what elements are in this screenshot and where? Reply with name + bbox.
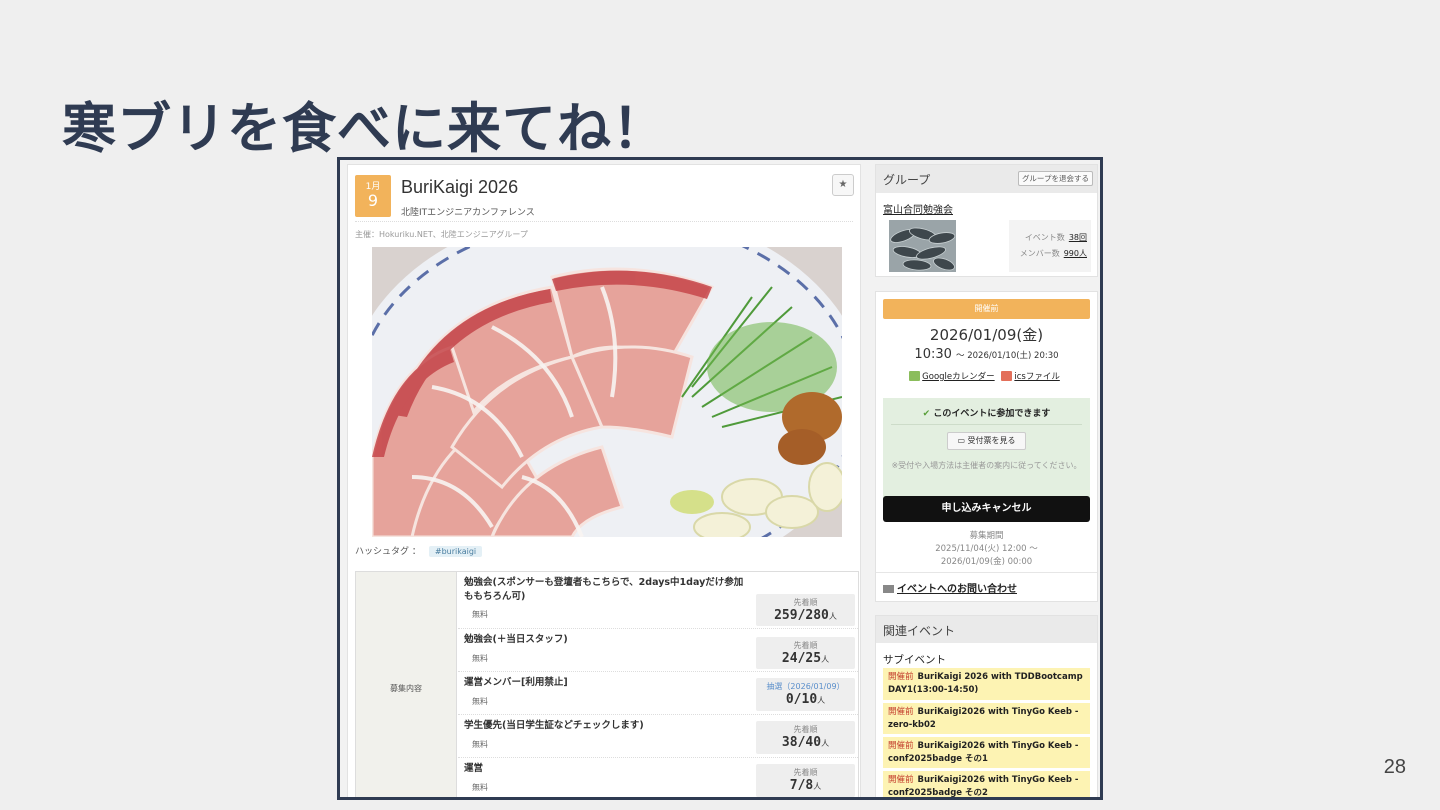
ticket-name: 学生優先(当日学生証などチェックします): [464, 720, 644, 731]
event-title: BuriKaigi 2026: [401, 177, 519, 197]
ticket-count: 24/25人: [781, 651, 830, 666]
ticket-name: 運営メンバー[利用禁止]: [464, 677, 568, 688]
ticket-count: 259/280人: [774, 608, 837, 623]
group-header-title: グループ: [883, 173, 931, 187]
leave-group-button[interactable]: グループを退会する: [1017, 171, 1093, 186]
ics-file-link[interactable]: icsファイル: [1014, 372, 1059, 382]
ticket-table: 募集内容 勉強会(スポンサーも登壇者もこちらで、2days中1dayだけ参加もも…: [355, 571, 859, 797]
ics-file-icon: [1001, 371, 1013, 381]
ticket-capacity: 抽選（2026/01/09） 0/10人: [756, 678, 855, 711]
ticket-row: 学生優先(当日学生証などチェックします) 無料 先着順 38/40人: [458, 715, 858, 758]
ticket-kind: 先着順: [793, 768, 818, 777]
cancel-registration-button[interactable]: 申し込みキャンセル: [883, 496, 1090, 522]
hashtag-row: ハッシュタグ ： #burikaigi: [355, 544, 483, 557]
events-count-label: イベント数: [1024, 233, 1065, 242]
hashtag-link[interactable]: #burikaigi: [428, 546, 483, 557]
ticket-name: 勉強会(スポンサーも登壇者もこちらで、2days中1dayだけ参加ももちろん可): [464, 577, 744, 602]
event-time: 10:30 ～ 2026/01/10(土) 20:30: [914, 347, 1059, 362]
application-period: 募集期間 2025/11/04(火) 12:00 ～ 2026/01/09(金)…: [935, 531, 1038, 567]
contact-link[interactable]: イベントへのお問い合わせ: [883, 580, 1017, 595]
ticket-name: 運営: [464, 763, 484, 774]
ticket-kind: 先着順: [793, 641, 818, 650]
event-page-screenshot: 1月 9 BuriKaigi 2026 北陸ITエンジニアカンファレンス ★ 主…: [337, 157, 1103, 800]
members-count-link[interactable]: 990人: [1064, 249, 1087, 258]
group-thumbnail[interactable]: [889, 220, 956, 272]
ticket-capacity: 先着順 24/25人: [756, 637, 855, 669]
related-event-item[interactable]: 開催前 BuriKaigi2026 with TinyGo Keeb - conf…: [883, 737, 1090, 768]
can-participate-message: ✔ このイベントに参加できます: [922, 409, 1051, 419]
ticket-price: 無料: [472, 654, 488, 663]
google-calendar-link[interactable]: Googleカレンダー: [922, 372, 994, 382]
check-icon: ✔: [922, 409, 931, 419]
ticket-capacity: 先着順 7/8人: [756, 764, 855, 797]
event-status-badge: 開催前: [883, 299, 1090, 319]
calendar-icon: [909, 371, 921, 381]
ticket-price: 無料: [472, 610, 488, 619]
divider: [355, 221, 853, 222]
related-event-item[interactable]: 開催前 BuriKaigi2026 with TinyGo Keeb - zero…: [883, 703, 1090, 734]
event-day: 9: [367, 191, 379, 210]
star-icon: ★: [838, 179, 848, 190]
ticket-capacity: 先着順 259/280人: [756, 594, 855, 626]
ticket-price: 無料: [472, 697, 488, 706]
members-count-label: メンバー数: [1019, 249, 1060, 258]
event-organizer: 主催：Hokuriku.NET、北陸エンジニアグループ: [355, 230, 528, 239]
related-events-header: 関連イベント: [876, 616, 1097, 643]
ticket-row: 運営 無料 先着順 7/8人: [458, 758, 858, 797]
view-ticket-button[interactable]: ▭ 受付票を見る: [947, 432, 1026, 450]
group-card: グループ グループを退会する 富山合同勉強会 イベント数 38回 メンバー数 9…: [875, 164, 1098, 277]
ticket-count: 38/40人: [781, 735, 830, 750]
group-card-header: グループ グループを退会する: [876, 165, 1097, 193]
ticket-price: 無料: [472, 740, 488, 749]
ticket-icon: ▭: [957, 436, 965, 445]
ticket-kind: 先着順: [793, 598, 818, 607]
slide-title: 寒ブリを食べに来てね！: [62, 97, 667, 160]
ticket-count: 7/8人: [789, 778, 822, 793]
sub-events-heading: サブイベント: [883, 654, 946, 666]
ticket-count: 0/10人: [785, 692, 826, 707]
event-photo-buri-shabu: [372, 247, 842, 537]
ticket-row: 勉強会(スポンサーも登壇者もこちらで、2days中1dayだけ参加ももちろん可)…: [458, 572, 858, 629]
ticket-capacity: 先着順 38/40人: [756, 721, 855, 754]
event-subtitle: 北陸ITエンジニアカンファレンス: [401, 208, 535, 218]
hashtag-label: ハッシュタグ ：: [355, 547, 421, 557]
ticket-section-label: 募集内容: [356, 572, 457, 797]
page-number: 28: [1383, 756, 1406, 778]
schedule-card: 開催前 2026/01/09(金) 10:30 ～ 2026/01/10(土) …: [875, 291, 1098, 602]
ticket-kind-lottery: 抽選（2026/01/09）: [766, 682, 845, 691]
related-event-item[interactable]: 開催前 BuriKaigi2026 with TinyGo Keeb - conf…: [883, 771, 1090, 797]
event-main-panel: 1月 9 BuriKaigi 2026 北陸ITエンジニアカンファレンス ★ 主…: [347, 164, 861, 797]
ticket-price: 無料: [472, 783, 488, 792]
divider: [891, 424, 1082, 425]
entry-note: ※受付や入場方法は主催者の案内に従ってください。: [891, 461, 1082, 470]
events-count-link[interactable]: 38回: [1069, 233, 1087, 242]
event-date: 2026/01/09(金): [929, 326, 1044, 344]
divider: [876, 572, 1097, 573]
ticket-kind: 先着順: [793, 725, 818, 734]
calendar-links: Googleカレンダー icsファイル: [876, 370, 1097, 382]
related-events-card: 関連イベント サブイベント 開催前 BuriKaigi 2026 with TDD…: [875, 615, 1098, 797]
related-event-item[interactable]: 開催前 BuriKaigi 2026 with TDDBootcamp DAY1(…: [883, 668, 1090, 700]
ticket-row: 勉強会(＋当日スタッフ) 無料 先着順 24/25人: [458, 629, 858, 672]
group-stats: イベント数 38回 メンバー数 990人: [1009, 220, 1091, 272]
event-date-badge: 1月 9: [355, 175, 391, 217]
mail-icon: [883, 585, 894, 593]
ticket-label-text: 募集内容: [390, 683, 422, 693]
group-name-link[interactable]: 富山合同勉強会: [883, 201, 953, 216]
bookmark-star-button[interactable]: ★: [832, 174, 854, 196]
ticket-name: 勉強会(＋当日スタッフ): [464, 634, 568, 645]
ticket-row: 運営メンバー[利用禁止] 無料 抽選（2026/01/09） 0/10人: [458, 672, 858, 715]
